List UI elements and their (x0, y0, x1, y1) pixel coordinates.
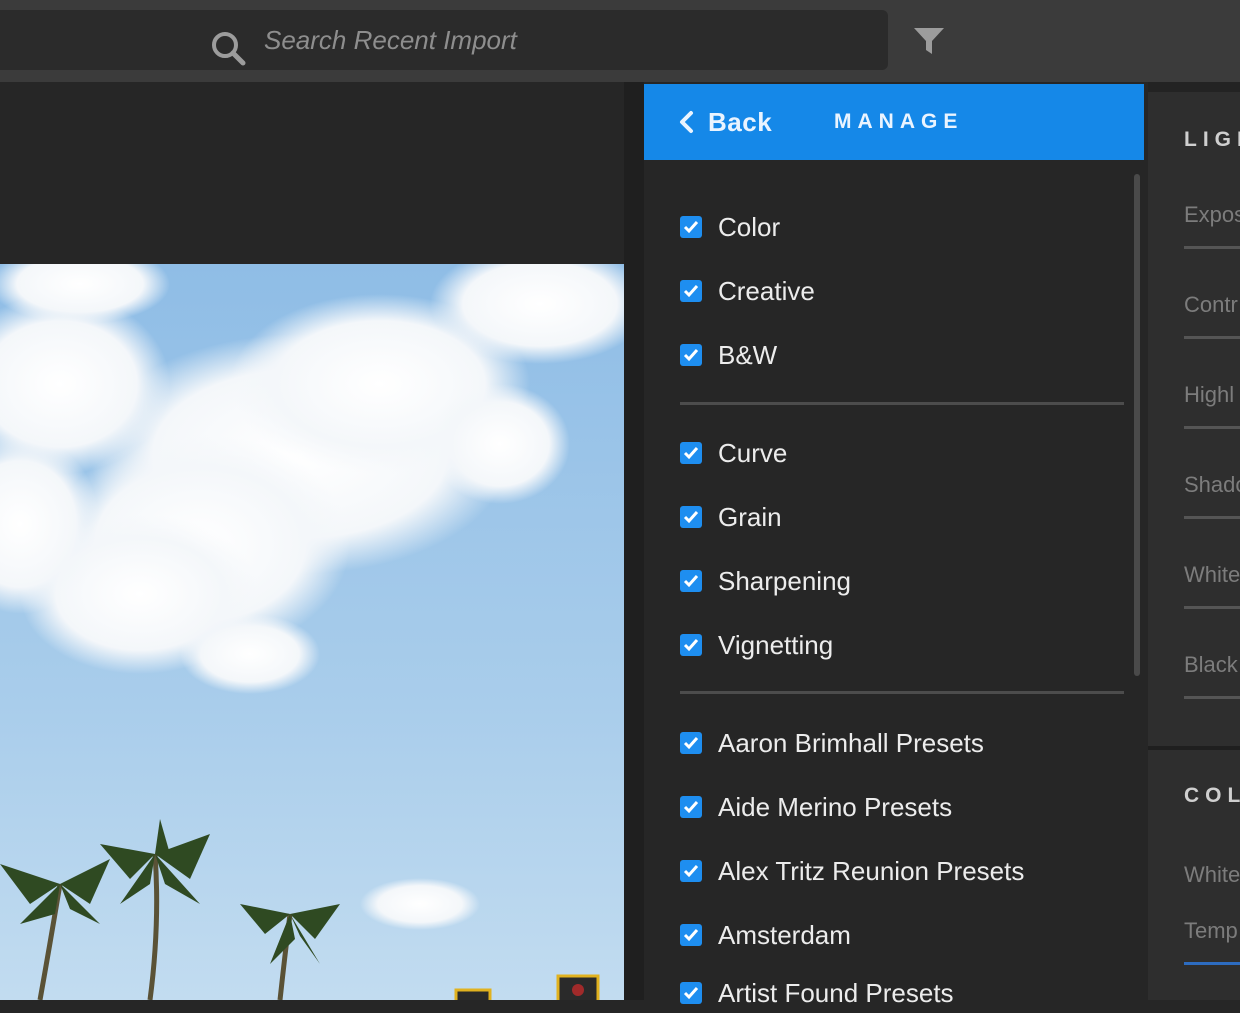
list-item-label: Vignetting (718, 629, 834, 660)
slider-whites[interactable] (1184, 606, 1240, 609)
checkbox[interactable] (680, 982, 702, 1004)
back-label: Back (708, 106, 773, 137)
group-divider (680, 691, 1124, 694)
slider-temp[interactable] (1184, 962, 1240, 965)
list-item-label: Grain (718, 501, 782, 532)
checkbox[interactable] (680, 924, 702, 946)
search-input[interactable] (264, 23, 824, 57)
section-title-light[interactable]: LIGH (1184, 128, 1240, 152)
slider-contrast[interactable] (1184, 336, 1240, 339)
section-divider (1148, 746, 1240, 750)
checkmark-icon (683, 221, 699, 234)
list-item[interactable]: B&W (680, 335, 777, 375)
list-item[interactable]: Grain (680, 497, 782, 537)
checkmark-icon (683, 349, 699, 362)
manage-header: Back MANAGE (644, 84, 1144, 160)
checkmark-icon (683, 801, 699, 814)
list-item-label: B&W (718, 339, 778, 370)
list-item[interactable]: Color (680, 207, 780, 247)
checkmark-icon (683, 865, 699, 878)
list-item[interactable]: Curve (680, 433, 787, 473)
checkmark-icon (683, 929, 699, 942)
list-item-label: Color (718, 211, 781, 242)
checkbox[interactable] (680, 570, 702, 592)
slider-label-whites: White (1184, 562, 1240, 587)
search-box[interactable] (0, 10, 888, 70)
checkbox[interactable] (680, 344, 702, 366)
slider-label-exposure: Expos (1184, 202, 1240, 227)
checkbox[interactable] (680, 442, 702, 464)
checkmark-icon (683, 285, 699, 298)
checkbox[interactable] (680, 796, 702, 818)
list-item[interactable]: Vignetting (680, 625, 833, 665)
slider-label-highlights: Highl (1184, 382, 1235, 407)
slider-label-temp: Temp (1184, 918, 1238, 943)
manage-panel: Back MANAGE Color Creative B&W Curve Gra… (644, 82, 1148, 1008)
slider-label-white-balance: White (1184, 862, 1240, 887)
edit-panel: LIGH Expos Contr Highl Shado White Black… (1148, 82, 1240, 1000)
back-button[interactable]: Back (678, 104, 772, 140)
group-divider (680, 402, 1124, 405)
photo-area (0, 82, 624, 1000)
checkbox[interactable] (680, 280, 702, 302)
photo-image (0, 264, 624, 1000)
panel-strip (1148, 82, 1240, 92)
slider-label-contrast: Contr (1184, 292, 1238, 317)
filter-icon[interactable] (912, 26, 946, 56)
list-item-label: Sharpening (718, 565, 851, 596)
scrollbar[interactable] (1134, 174, 1140, 676)
checkbox[interactable] (680, 216, 702, 238)
list-item-label: Curve (718, 437, 788, 468)
list-item[interactable]: Alex Tritz Reunion Presets (680, 851, 1024, 891)
checkbox[interactable] (680, 634, 702, 656)
list-item[interactable]: Aide Merino Presets (680, 787, 952, 827)
section-title-color[interactable]: COL (1184, 784, 1240, 808)
panel-divider (624, 82, 644, 1000)
list-item-label: Alex Tritz Reunion Presets (718, 855, 1025, 886)
checkbox[interactable] (680, 506, 702, 528)
slider-shadows[interactable] (1184, 516, 1240, 519)
slider-label-blacks: Black (1184, 652, 1238, 677)
list-item[interactable]: Artist Found Presets (680, 973, 954, 1013)
search-icon (212, 32, 246, 66)
checkbox[interactable] (680, 732, 702, 754)
list-item[interactable]: Sharpening (680, 561, 851, 601)
list-item-label: Aaron Brimhall Presets (718, 727, 984, 758)
slider-label-shadows: Shado (1184, 472, 1240, 497)
slider-highlights[interactable] (1184, 426, 1240, 429)
list-item-label: Aide Merino Presets (718, 791, 953, 822)
slider-exposure[interactable] (1184, 246, 1240, 249)
list-item-label: Creative (718, 275, 815, 306)
list-item-label: Artist Found Presets (718, 977, 954, 1008)
list-item[interactable]: Amsterdam (680, 915, 851, 955)
checkmark-icon (683, 447, 699, 460)
top-bar (0, 0, 1240, 82)
checkmark-icon (683, 639, 699, 652)
list-item[interactable]: Aaron Brimhall Presets (680, 723, 984, 763)
slider-blacks[interactable] (1184, 696, 1240, 699)
photo-preview[interactable] (0, 264, 624, 1000)
checkmark-icon (683, 575, 699, 588)
list-item[interactable]: Creative (680, 271, 815, 311)
checkmark-icon (683, 987, 699, 1000)
panel-title: MANAGE (834, 110, 964, 133)
checkbox[interactable] (680, 860, 702, 882)
chevron-left-icon (680, 111, 693, 133)
checkmark-icon (683, 737, 699, 750)
list-item-label: Amsterdam (718, 919, 851, 950)
checkmark-icon (683, 511, 699, 524)
